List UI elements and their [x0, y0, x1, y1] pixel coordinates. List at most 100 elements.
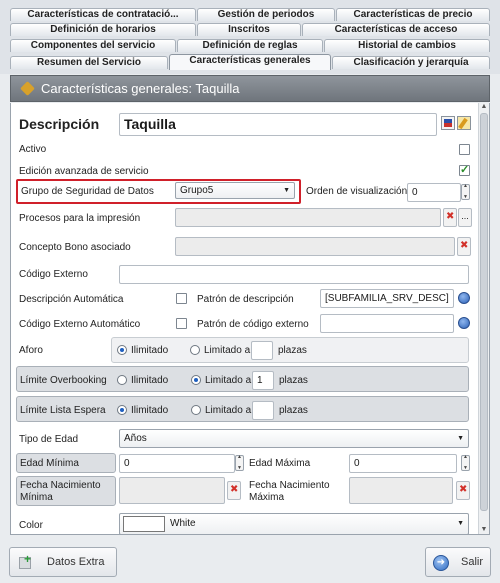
codigo-externo-automatico-label: Código Externo Automático	[19, 319, 141, 330]
grupo-seguridad-select[interactable]: Grupo5 ▼	[175, 182, 295, 199]
patron-codigo-label: Patrón de código externo	[197, 319, 309, 330]
edad-minima-spinner[interactable]	[235, 454, 244, 471]
overbooking-group: Límite Overbooking Ilimitado Limitado a …	[16, 366, 469, 392]
exit-icon: ➜	[433, 555, 449, 571]
lista-espera-group: Límite Lista Espera Ilimitado Limitado a…	[16, 396, 469, 422]
procesos-clear-button[interactable]	[443, 208, 457, 227]
procesos-impresion-label: Procesos para la impresión	[19, 213, 141, 224]
tab-caracteristicas-generales[interactable]: Características generales	[169, 54, 331, 70]
overbooking-limitado-label: Limitado a	[205, 375, 252, 386]
service-icon	[20, 81, 35, 96]
aforo-label: Aforo	[19, 345, 43, 356]
activo-label: Activo	[19, 144, 47, 155]
section-title-bar: Características generales: Taquilla	[10, 75, 490, 102]
aforo-ilimitado-label: Ilimitado	[131, 345, 169, 356]
edicion-avanzada-label: Edición avanzada de servicio	[19, 166, 149, 177]
fecha-maxima-clear-button[interactable]	[456, 481, 470, 500]
patron-descripcion-input[interactable]: [SUBFAMILIA_SRV_DESC]	[320, 289, 454, 308]
color-swatch	[123, 516, 165, 532]
descripcion-automatica-label: Descripción Automática	[19, 294, 124, 305]
orden-visualizacion-label: Orden de visualización	[306, 186, 408, 197]
tab-clasificacion-jerarquia[interactable]: Clasificación y jerarquía	[332, 56, 490, 69]
overbooking-ilimitado-radio[interactable]	[117, 375, 127, 385]
tab-caracteristicas-precio[interactable]: Características de precio	[336, 8, 490, 21]
overbooking-limitado-radio[interactable]	[191, 375, 201, 385]
codigo-externo-automatico-checkbox[interactable]	[176, 318, 187, 329]
datos-extra-label: Datos Extra	[47, 556, 105, 568]
fecha-maxima-label: Fecha Nacimiento Máxima	[249, 480, 330, 504]
aforo-group: Ilimitado Limitado a plazas	[111, 337, 469, 363]
tab-componentes-servicio[interactable]: Componentes del servicio	[10, 39, 176, 52]
codigo-externo-input[interactable]	[119, 265, 469, 284]
color-value: White	[170, 518, 196, 529]
vertical-scrollbar[interactable]: ▲ ▼	[478, 103, 489, 534]
aforo-plazas-input[interactable]	[251, 341, 273, 360]
fecha-maxima-label-line1: Fecha Nacimiento	[249, 480, 330, 491]
fecha-maxima-input[interactable]	[349, 477, 453, 504]
espera-limitado-radio[interactable]	[191, 405, 201, 415]
overbooking-plazas-input[interactable]: 1	[252, 371, 274, 390]
fecha-minima-clear-button[interactable]	[227, 481, 241, 500]
tipo-edad-select[interactable]: Años ▼	[119, 429, 469, 448]
patron-codigo-input[interactable]	[320, 314, 454, 333]
overbooking-ilimitado-label: Ilimitado	[131, 375, 169, 386]
color-label: Color	[19, 520, 43, 531]
aforo-ilimitado-radio[interactable]	[117, 345, 127, 355]
translate-button[interactable]	[441, 116, 455, 130]
edad-minima-input[interactable]: 0	[119, 454, 235, 473]
espera-ilimitado-radio[interactable]	[117, 405, 127, 415]
tab-inscritos[interactable]: Inscritos	[197, 23, 301, 36]
edad-maxima-spinner[interactable]	[461, 454, 470, 471]
orden-visualizacion-input[interactable]: 0	[407, 183, 461, 202]
tab-definicion-reglas[interactable]: Definición de reglas	[177, 39, 323, 52]
tab-gestion-periodos[interactable]: Gestión de periodos	[197, 8, 335, 21]
aforo-plazas-label: plazas	[278, 345, 307, 356]
page-title: Características generales: Taquilla	[41, 81, 240, 96]
add-document-icon: +	[19, 553, 33, 569]
form-panel: Descripción Taquilla Activo Edición avan…	[10, 103, 490, 535]
concepto-bono-input[interactable]	[175, 237, 455, 256]
fecha-maxima-label-line2: Máxima	[249, 492, 285, 503]
concepto-clear-button[interactable]	[457, 237, 471, 256]
patron-descripcion-info-icon[interactable]	[458, 292, 470, 304]
fecha-minima-label-box: Fecha Nacimiento Mínima	[16, 476, 116, 506]
salir-label: Salir	[461, 556, 484, 568]
scroll-down-icon[interactable]: ▼	[480, 526, 488, 534]
aforo-limitado-radio[interactable]	[190, 345, 200, 355]
descripcion-automatica-checkbox[interactable]	[176, 293, 187, 304]
tab-definicion-horarios[interactable]: Definición de horarios	[10, 23, 196, 36]
tab-caracteristicas-acceso[interactable]: Características de acceso	[302, 23, 490, 36]
activo-checkbox[interactable]	[459, 144, 470, 155]
color-select[interactable]: White ▼	[119, 513, 469, 534]
concepto-bono-label: Concepto Bono asociado	[19, 242, 131, 253]
descripcion-input[interactable]: Taquilla	[119, 113, 437, 136]
salir-button[interactable]: ➜ Salir	[425, 547, 491, 577]
procesos-impresion-input[interactable]	[175, 208, 441, 227]
edicion-avanzada-checkbox[interactable]	[459, 163, 470, 176]
tab-resumen-servicio[interactable]: Resumen del Servicio	[10, 56, 168, 69]
lista-espera-label: Límite Lista Espera	[20, 405, 106, 416]
orden-spinner[interactable]	[461, 183, 470, 200]
edad-maxima-input[interactable]: 0	[349, 454, 457, 473]
espera-ilimitado-label: Ilimitado	[131, 405, 169, 416]
edit-button[interactable]	[457, 116, 471, 130]
datos-extra-button[interactable]: + Datos Extra	[9, 547, 117, 577]
fecha-minima-input[interactable]	[119, 477, 225, 504]
tab-caracteristicas-contratacion[interactable]: Características de contratació...	[10, 8, 196, 21]
scroll-up-icon[interactable]: ▲	[480, 103, 488, 112]
chevron-down-icon: ▼	[457, 520, 464, 527]
procesos-browse-button[interactable]: ...	[458, 208, 472, 227]
tab-historial-cambios[interactable]: Historial de cambios	[324, 39, 490, 52]
fecha-minima-label-line1: Fecha Nacimiento	[20, 480, 101, 491]
scroll-thumb[interactable]	[480, 113, 488, 511]
grupo-seguridad-value: Grupo5	[180, 185, 214, 196]
edad-minima-label-box: Edad Mínima	[16, 453, 116, 473]
tipo-edad-label: Tipo de Edad	[19, 434, 79, 445]
tab-strip: Características de contratació... Gestió…	[0, 0, 500, 74]
espera-plazas-input[interactable]	[252, 401, 274, 420]
patron-descripcion-label: Patrón de descripción	[197, 294, 294, 305]
aforo-limitado-label: Limitado a	[204, 345, 251, 356]
patron-codigo-info-icon[interactable]	[458, 317, 470, 329]
descripcion-label: Descripción	[19, 116, 100, 132]
codigo-externo-label: Código Externo	[19, 269, 88, 280]
